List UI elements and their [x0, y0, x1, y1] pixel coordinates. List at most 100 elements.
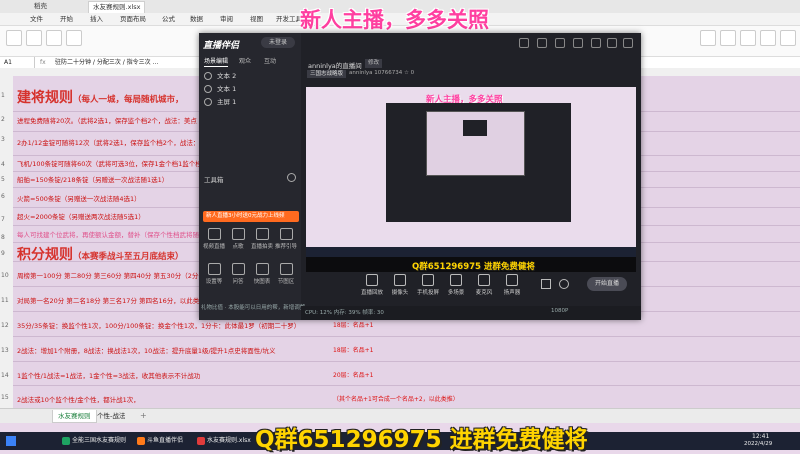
scene-item[interactable]: 文本 1	[204, 84, 294, 95]
speaker-button[interactable]: 扬声器	[499, 274, 525, 296]
row-number[interactable]: 5	[1, 176, 5, 183]
row-number[interactable]: 11	[1, 297, 9, 304]
add-sheet-icon[interactable]: +	[140, 411, 147, 420]
phone-cast-button[interactable]: 手机投屏	[415, 274, 441, 296]
cut-icon[interactable]	[26, 30, 42, 46]
row-number[interactable]: 7	[1, 216, 5, 223]
windows-start-icon[interactable]	[6, 436, 16, 446]
eye-icon[interactable]	[204, 72, 212, 80]
tool-settings[interactable]: 设置等	[201, 263, 227, 285]
rule-row-10: 周榜第一100分 第二80分 第三60分 第四40分 第五30分（2分卡以上	[17, 272, 218, 280]
room-category[interactable]: 三国志战略版	[307, 70, 347, 78]
tool-label: 快图表	[253, 279, 271, 285]
cell-reference-box[interactable]: A1	[4, 57, 35, 68]
menu-page-layout[interactable]: 页面布局	[120, 13, 146, 25]
microphone-button[interactable]: 麦克风	[471, 274, 497, 296]
taskbar-item-xlsx[interactable]: 水友赛规则.xlsx	[195, 435, 254, 447]
stream-preview[interactable]: 新人主播，多多关照 Q群651296975 进群免费健将	[306, 87, 636, 272]
streaming-app-window: 直播伴侣 未登录 场景编辑 观众 互动 文本 2 文本 1 主屏 1 工具箱 新…	[199, 33, 641, 320]
row-number[interactable]: 2	[1, 116, 5, 123]
scene-item[interactable]: 文本 2	[204, 71, 294, 82]
tab-interaction[interactable]: 互动	[264, 56, 276, 65]
row-number[interactable]: 9	[1, 250, 5, 257]
toolbox-settings-icon[interactable]	[287, 173, 296, 182]
message-icon[interactable]	[555, 38, 565, 48]
tool-video-live[interactable]: 视频直播	[201, 228, 227, 250]
control-label: 手机投屏	[416, 290, 439, 296]
rule-row-12: 35分/35条锭：换监个性1次，100分/100条锭：换金个性1次，1分卡：此体…	[17, 322, 301, 330]
tool-label: 点歌	[232, 244, 244, 250]
tool-section[interactable]: 节图区	[273, 263, 299, 285]
taskbar-item-rules-doc[interactable]: 全能三国水友赛规则	[60, 435, 129, 447]
tab-spreadsheet-file[interactable]: 水友赛规则.xlsx	[88, 1, 146, 13]
replay-button[interactable]: 直播回放	[359, 274, 385, 296]
paste-icon[interactable]	[6, 30, 22, 46]
menu-data[interactable]: 数据	[190, 13, 203, 25]
filter-icon[interactable]	[720, 30, 736, 46]
tab-scene-edit[interactable]: 场景编辑	[204, 56, 229, 67]
row-number[interactable]: 6	[1, 193, 5, 200]
tool-label: 推荐引导	[274, 244, 297, 250]
menu-formula[interactable]: 公式	[162, 13, 175, 25]
menu-file[interactable]: 文件	[30, 13, 43, 25]
row-number[interactable]: 4	[1, 161, 5, 168]
clock-time[interactable]: 12:41	[752, 433, 769, 440]
menu-home[interactable]: 开始	[60, 13, 73, 25]
sheet-tab-rules[interactable]: 水友赛规则	[52, 410, 97, 423]
notice-banner[interactable]: 新人直播3小时送0元战力上线频	[203, 211, 299, 222]
row-number[interactable]: 14	[1, 372, 9, 379]
format-painter-icon[interactable]	[66, 30, 82, 46]
login-button[interactable]: 未登录	[261, 37, 295, 48]
sort-icon[interactable]	[700, 30, 716, 46]
heading-points-rules: 积分规则（本赛季战斗至五月底结束）	[17, 244, 184, 264]
app-logo: 直播伴侣	[203, 41, 240, 51]
row-number[interactable]: 15	[1, 394, 9, 401]
clock-date[interactable]: 2022/4/29	[744, 441, 772, 447]
tool-song-request[interactable]: 点歌	[225, 228, 251, 250]
edit-room-button[interactable]: 修改	[365, 59, 383, 68]
sum-icon[interactable]	[740, 30, 756, 46]
row-number[interactable]: 1	[1, 92, 5, 99]
tool-quick-chart[interactable]: 快图表	[249, 263, 275, 285]
start-live-button[interactable]: 开始直播	[587, 277, 627, 291]
row-number[interactable]: 10	[1, 272, 9, 279]
minimize-icon[interactable]	[607, 38, 617, 48]
camera-icon	[394, 274, 406, 286]
camera-button[interactable]: 摄像头	[387, 274, 413, 296]
eye-icon[interactable]	[204, 98, 212, 106]
gift-icon[interactable]	[537, 38, 547, 48]
row-number[interactable]: 12	[1, 322, 9, 329]
tool-qa[interactable]: 问答	[225, 263, 251, 285]
rule-row-8: 每人可找建个位武将，再使额认金额，替补（保存个性档武将随照	[17, 231, 206, 239]
tab-audience[interactable]: 观众	[239, 56, 251, 65]
find-icon[interactable]	[780, 30, 796, 46]
rule-row-3: 2办1/12金锭可随将12次（武将2选1，保存监个档2个，战法：美点	[17, 139, 213, 147]
clock-icon[interactable]	[559, 279, 569, 289]
sheet-tab-traits[interactable]: 个性-战法	[92, 410, 130, 422]
rule-row-14-reward: 20层：名品+1	[333, 372, 374, 379]
fill-icon[interactable]	[760, 30, 776, 46]
row-number[interactable]: 13	[1, 347, 9, 354]
eye-icon[interactable]	[204, 85, 212, 93]
row-number[interactable]: 3	[1, 136, 5, 143]
live-controls: 直播回放 摄像头 手机投屏 多场景 麦克风 扬声器 开始直播	[301, 272, 641, 296]
copy-icon[interactable]	[46, 30, 62, 46]
scene-item[interactable]: 主屏 1	[204, 97, 294, 108]
record-icon[interactable]	[541, 279, 551, 289]
menu-review[interactable]: 审阅	[220, 13, 233, 25]
menu-insert[interactable]: 插入	[90, 13, 103, 25]
menu-view[interactable]: 视图	[250, 13, 263, 25]
menu-developer[interactable]: 开发工具	[276, 13, 302, 25]
close-icon[interactable]	[623, 38, 633, 48]
share-icon[interactable]	[519, 38, 529, 48]
multi-scene-button[interactable]: 多场景	[443, 274, 469, 296]
tool-recommend[interactable]: 推荐引导	[273, 228, 299, 250]
menu-icon[interactable]	[591, 38, 601, 48]
taskbar-item-live-companion[interactable]: 斗鱼直播伴侣	[135, 435, 186, 447]
bell-icon[interactable]	[573, 38, 583, 48]
tool-auction[interactable]: 直播拍卖	[249, 228, 275, 250]
formula-input[interactable]: 驻防二十分钟 / 分配三次 / 指令三次 …	[55, 57, 159, 68]
row-number[interactable]: 8	[1, 234, 5, 241]
microphone-icon	[478, 274, 490, 286]
tab-daoke[interactable]: 稻壳	[30, 1, 51, 12]
